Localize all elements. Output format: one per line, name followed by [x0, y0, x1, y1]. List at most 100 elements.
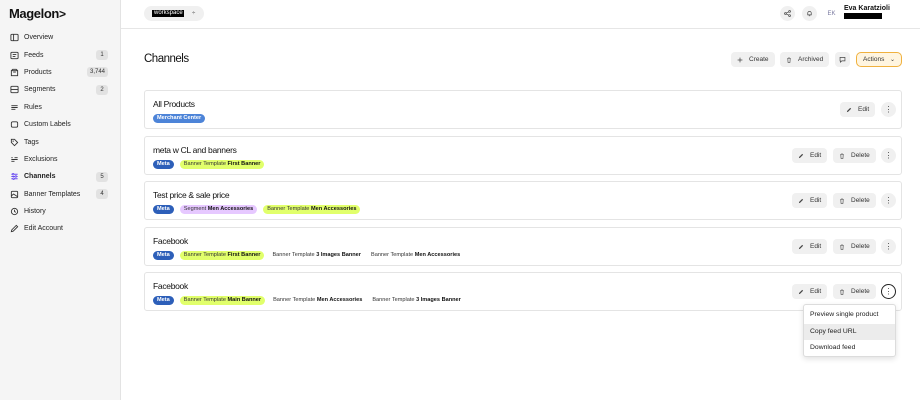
edit-button[interactable]: Edit: [840, 102, 876, 117]
share-icon[interactable]: [780, 6, 795, 21]
tag-prefix: Segment: [183, 206, 207, 212]
sidebar-item-label: Feeds: [24, 51, 44, 59]
channel-card[interactable]: Facebook Meta Banner Template First Banner…: [144, 227, 902, 266]
tag-value: Men Accessories: [310, 206, 357, 212]
sidebar-item-label: History: [24, 208, 46, 216]
channel-tags: Meta Banner Template First Banner Banner T…: [153, 251, 468, 260]
channel-card[interactable]: Facebook Meta Banner Template Main Banner B…: [144, 272, 902, 311]
channel-card[interactable]: All Products Merchant Center Edit ⋮: [144, 90, 902, 129]
app-logo[interactable]: Magelon>: [9, 6, 66, 21]
sidebar-item-tags[interactable]: Tags: [0, 133, 121, 150]
tag-value: Men Accessories: [207, 206, 254, 212]
more-options-icon[interactable]: ⋮: [881, 239, 896, 254]
channel-tag: Merchant Center: [153, 114, 206, 123]
channel-tags: Meta Banner Template First Banner: [153, 160, 270, 169]
channel-card[interactable]: Test price & sale price Meta Segment Men A…: [144, 181, 902, 220]
menu-item-preview-single-product[interactable]: Preview single product: [804, 307, 895, 324]
avatar[interactable]: EK: [824, 6, 839, 21]
tag-icon: [9, 137, 19, 147]
channel-tag: Meta: [153, 160, 174, 169]
edit-button[interactable]: Edit: [792, 193, 828, 208]
count-badge: 1: [96, 49, 108, 60]
edit-label: Edit: [810, 197, 822, 204]
edit-button[interactable]: Edit: [792, 239, 828, 254]
feed-icon: [9, 50, 19, 60]
create-button[interactable]: Create: [731, 52, 775, 67]
tag-prefix: Banner Template: [183, 161, 226, 167]
sidebar-item-products[interactable]: Products 3,744: [0, 64, 121, 81]
archived-button[interactable]: Archived: [780, 52, 830, 67]
channel-title: Facebook: [153, 281, 188, 291]
more-options-icon[interactable]: ⋮: [881, 148, 896, 163]
sidebar-item-exclusions[interactable]: Exclusions: [0, 151, 121, 168]
sidebar-item-label: Edit Account: [24, 225, 63, 233]
edit-button[interactable]: Edit: [792, 148, 828, 163]
bell-icon[interactable]: [802, 6, 817, 21]
tag-prefix: Banner Template: [272, 252, 315, 258]
edit-label: Edit: [810, 243, 822, 250]
more-options-icon[interactable]: ⋮: [881, 102, 896, 117]
tag-prefix: Banner Template: [372, 297, 415, 303]
delete-button[interactable]: Delete: [833, 193, 876, 208]
sidebar-item-rules[interactable]: Rules: [0, 99, 121, 116]
more-options-icon[interactable]: ⋮: [881, 193, 896, 208]
channel-tag: Banner Template Men Accessories: [263, 205, 361, 214]
delete-button[interactable]: Delete: [833, 284, 876, 299]
topbar: workspace ÷ EK Eva Karatzioli redacted: [121, 0, 920, 29]
sidebar-item-edit-account[interactable]: Edit Account: [0, 220, 121, 237]
channel-more-menu: Preview single product Copy feed URL Downl…: [803, 304, 896, 357]
comment-icon[interactable]: [835, 52, 850, 67]
rules-icon: [9, 102, 19, 112]
workspace-selector[interactable]: workspace ÷: [144, 6, 204, 21]
pencil-icon: [846, 107, 852, 112]
user-menu[interactable]: Eva Karatzioli redacted: [844, 5, 890, 19]
workspace-caret-icon: ÷: [192, 10, 196, 17]
sidebar-item-custom-labels[interactable]: Custom Labels: [0, 116, 121, 133]
sidebar-item-feeds[interactable]: Feeds 1: [0, 46, 121, 63]
sidebar-nav: Overview Feeds 1 Products 3,744 Segments 2 Rule…: [0, 29, 121, 238]
sidebar-item-banner-templates[interactable]: Banner Templates 4: [0, 186, 121, 203]
delete-button[interactable]: Delete: [833, 148, 876, 163]
channels-icon: [9, 172, 19, 182]
sidebar-item-segments[interactable]: Segments 2: [0, 81, 121, 98]
workspace-name: workspace: [152, 10, 184, 17]
tag-value: Main Banner: [227, 297, 262, 303]
user-email: redacted: [844, 13, 882, 19]
channel-tag: Meta: [153, 205, 174, 214]
tag-value: First Banner: [227, 252, 261, 258]
channel-tags: Meta Banner Template Main Banner Banner Te…: [153, 296, 469, 305]
user-name: Eva Karatzioli: [844, 5, 890, 12]
sidebar-item-history[interactable]: History: [0, 203, 121, 220]
sidebar-item-overview[interactable]: Overview: [0, 29, 121, 46]
tag-prefix: Banner Template: [273, 297, 316, 303]
pencil-icon: [798, 198, 804, 203]
actions-button[interactable]: Actions ⌄: [856, 52, 902, 67]
page-title: Channels: [144, 53, 189, 65]
menu-item-copy-feed-url[interactable]: Copy feed URL: [804, 323, 895, 340]
channel-tag: Banner Template Main Banner: [179, 296, 266, 305]
label-icon: [9, 120, 19, 130]
sidebar-item-label: Exclusions: [24, 155, 58, 163]
channel-title: All Products: [153, 99, 195, 109]
sidebar-item-label: Rules: [24, 103, 42, 111]
delete-button[interactable]: Delete: [833, 239, 876, 254]
more-options-icon[interactable]: ⋮: [881, 284, 896, 299]
sidebar-item-channels[interactable]: Channels 5: [0, 168, 121, 185]
exclusion-icon: [9, 154, 19, 164]
count-badge: 3,744: [86, 67, 108, 78]
channel-card[interactable]: meta w CL and banners Meta Banner Template…: [144, 136, 902, 175]
plus-icon: [737, 57, 743, 62]
delete-label: Delete: [851, 243, 870, 250]
count-badge: 2: [96, 84, 108, 95]
tag-prefix: Banner Template: [183, 252, 226, 258]
pencil-icon: [798, 153, 804, 158]
trash-icon: [840, 197, 844, 204]
edit-button[interactable]: Edit: [792, 284, 828, 299]
banner-icon: [9, 189, 19, 199]
sidebar-item-label: Tags: [24, 138, 39, 146]
history-icon: [9, 207, 19, 217]
channel-tag: Meta: [153, 296, 174, 305]
menu-item-download-feed[interactable]: Download feed: [804, 340, 895, 357]
channel-tags: Meta Segment Men Accessories Banner Templa…: [153, 205, 366, 214]
channel-tag: Banner Template 3 Images Banner: [370, 296, 463, 305]
